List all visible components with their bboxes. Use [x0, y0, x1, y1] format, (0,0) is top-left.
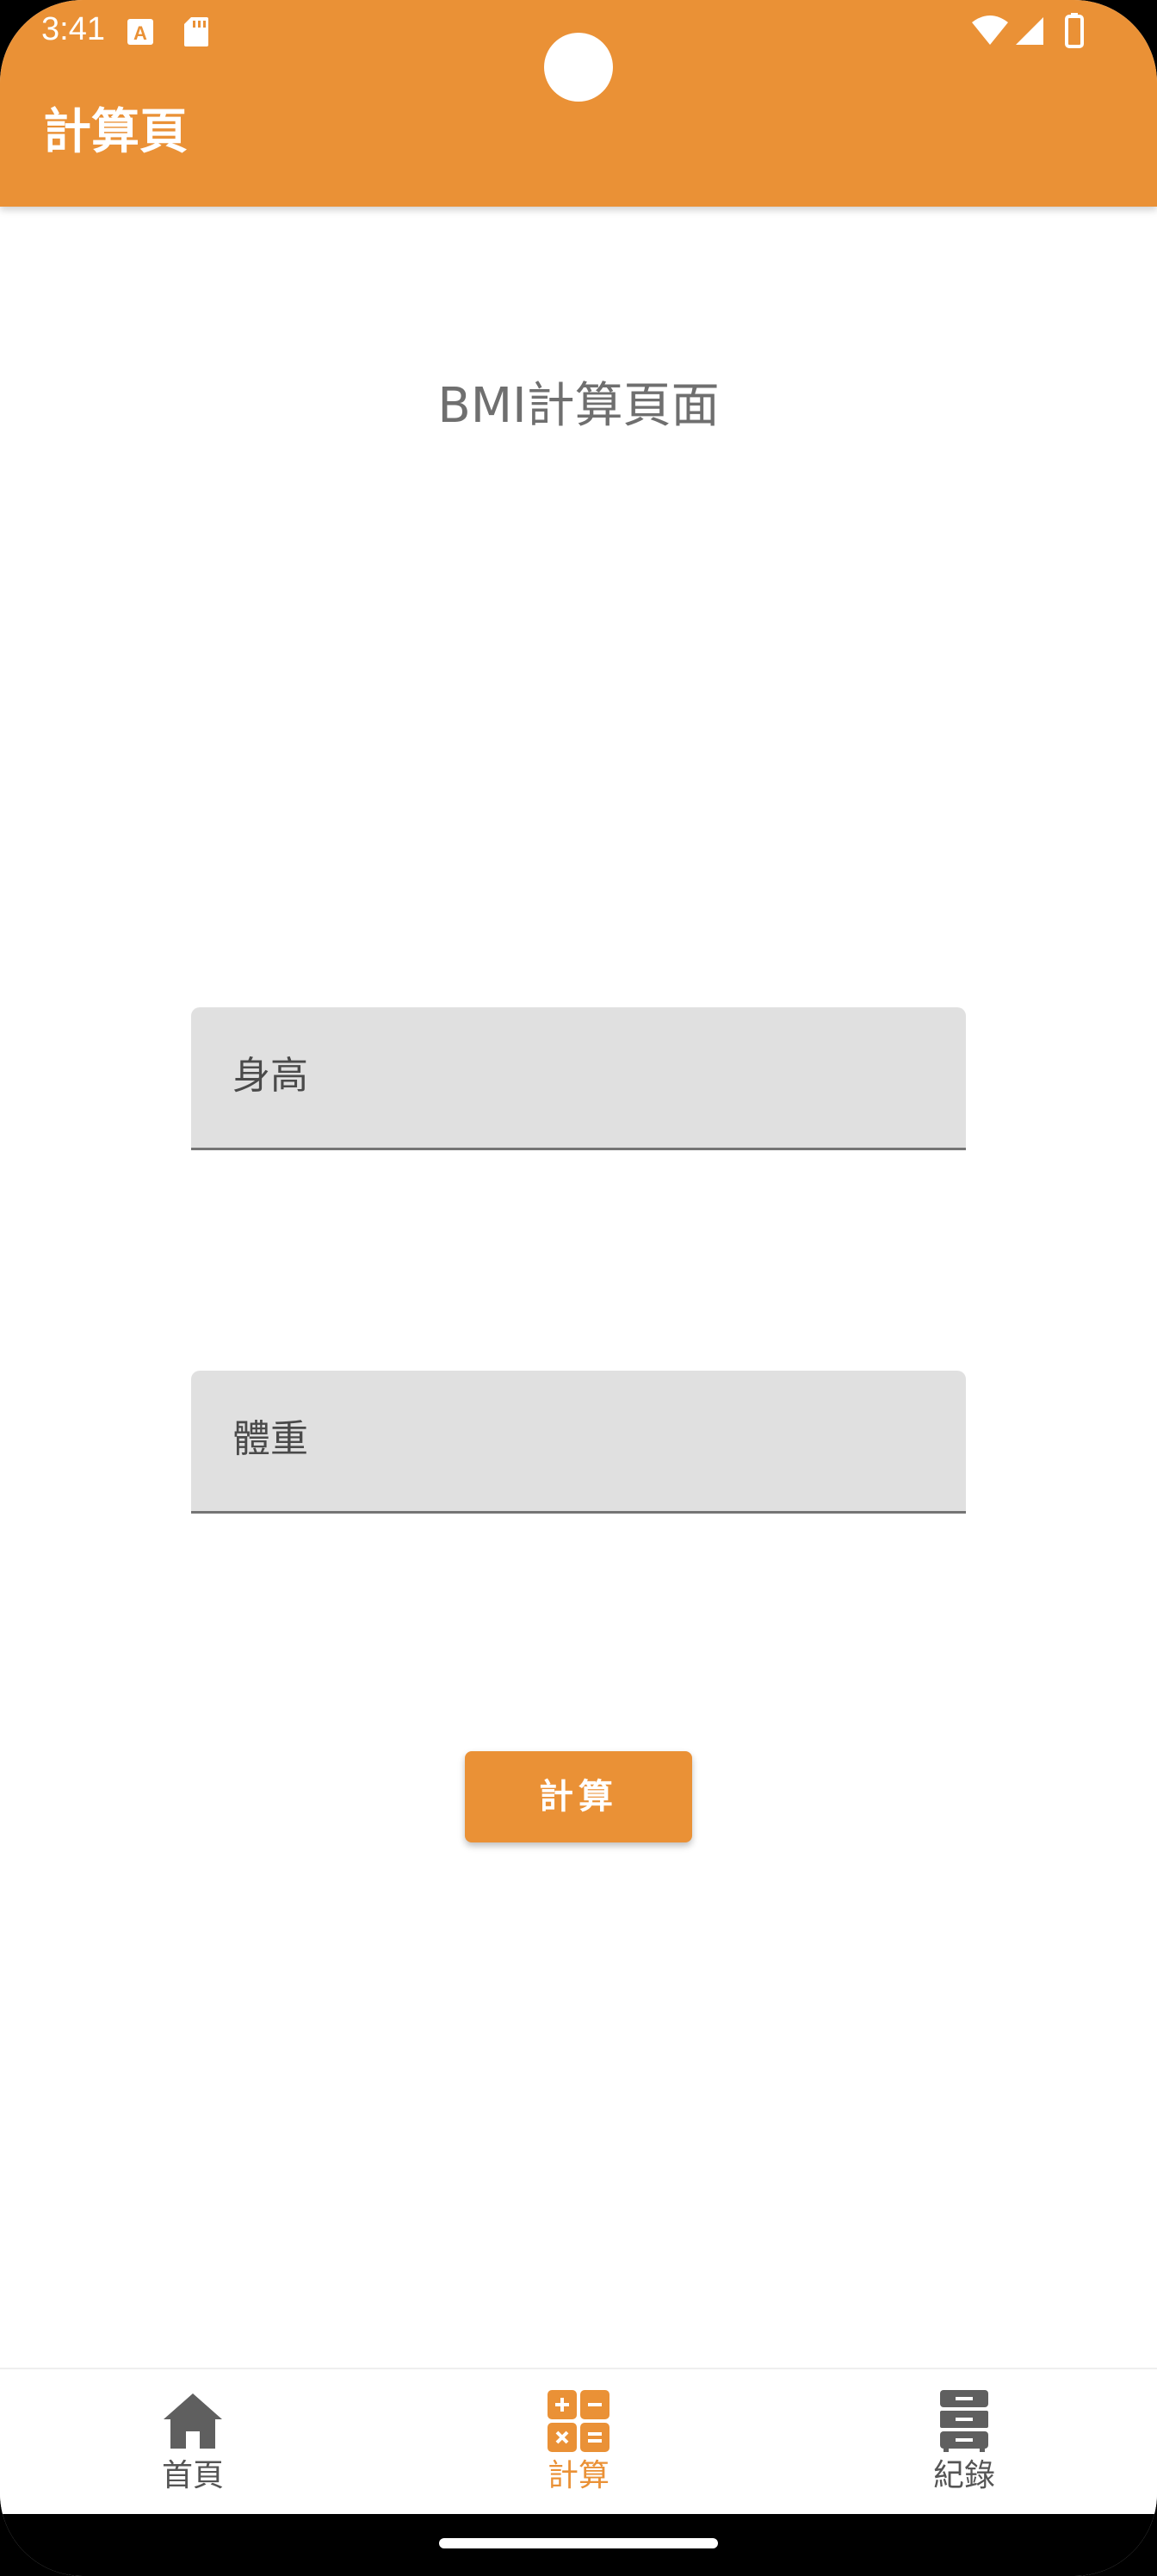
- home-icon: [164, 2393, 222, 2449]
- app-screen: 3:41 A 計算頁 BMI計算頁面 身高 體重 計算 首頁 計算 紀錄: [0, 0, 1157, 2576]
- gesture-handle[interactable]: [439, 2538, 718, 2548]
- nav-label-calculate: 計算: [547, 2458, 609, 2493]
- weight-field-label: 體重: [232, 1417, 308, 1461]
- bottom-navigation: 首頁 計算 紀錄: [0, 2368, 1157, 2514]
- camera-cutout: [544, 33, 613, 102]
- bmi-heading: BMI計算頁面: [437, 378, 720, 434]
- height-field-label: 身高: [232, 1054, 308, 1098]
- wifi-icon: [972, 15, 1008, 45]
- cellular-signal-icon: [1016, 17, 1043, 45]
- sd-card-icon: [184, 17, 208, 46]
- nav-item-calculate[interactable]: 計算: [386, 2369, 771, 2516]
- battery-icon: [1065, 13, 1084, 48]
- nav-item-records[interactable]: 紀錄: [771, 2369, 1157, 2516]
- nav-label-home: 首頁: [161, 2458, 224, 2493]
- status-time: 3:41: [41, 11, 105, 47]
- app-bar: 3:41 A 計算頁: [0, 0, 1157, 207]
- calculator-icon: [548, 2390, 609, 2452]
- nav-label-records: 紀錄: [932, 2458, 995, 2493]
- a-notification-icon: A: [127, 19, 153, 45]
- height-input[interactable]: 身高: [191, 1007, 966, 1150]
- file-cabinet-icon: [940, 2390, 988, 2452]
- svg-text:A: A: [133, 22, 147, 44]
- calculate-button[interactable]: 計算: [465, 1751, 692, 1842]
- weight-input[interactable]: 體重: [191, 1371, 966, 1514]
- nav-item-home[interactable]: 首頁: [0, 2369, 386, 2516]
- page-title: 計算頁: [43, 104, 188, 160]
